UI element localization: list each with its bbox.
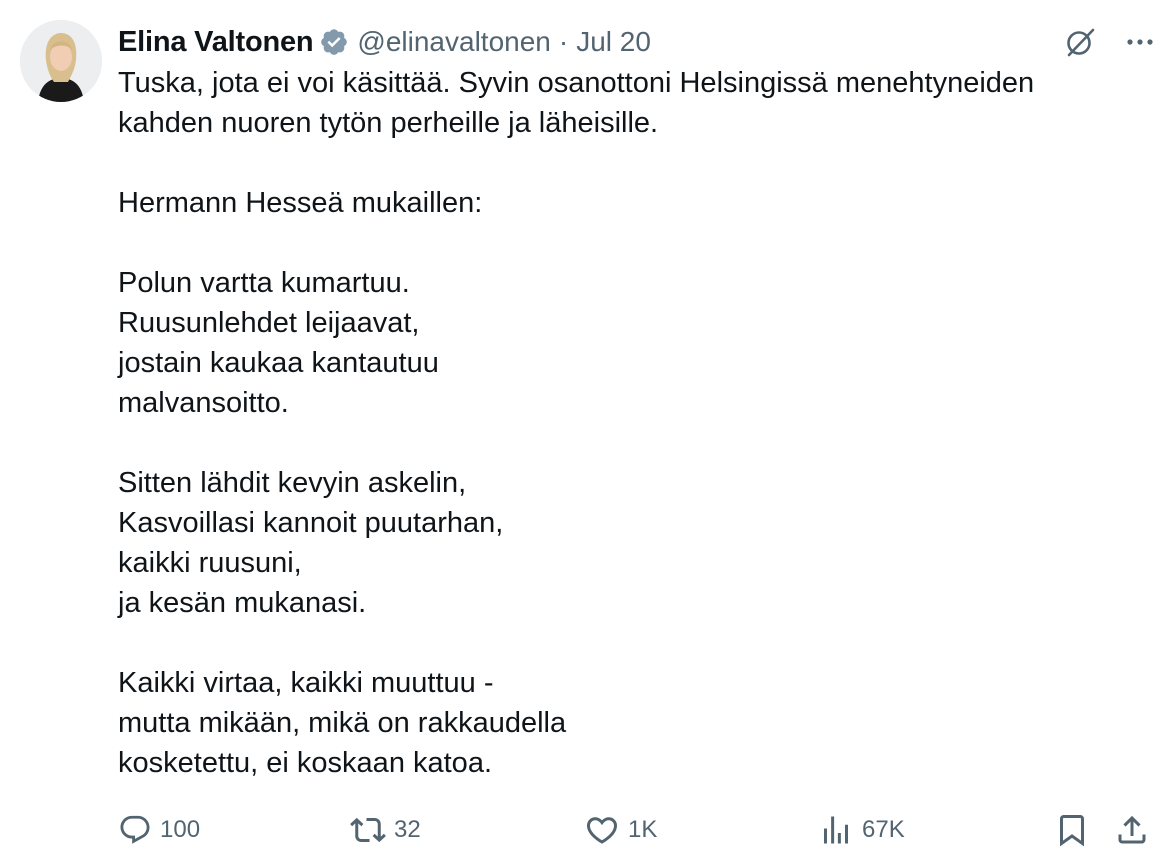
tweet-card: Elina Valtonen @elinavaltonen · Jul 20 T… <box>0 0 1176 866</box>
tweet-paragraph: Hermann Hesseä mukaillen: <box>118 183 1138 223</box>
share-icon <box>1118 815 1146 844</box>
tweet-line: mutta mikään, mikä on rakkaudella <box>118 707 567 739</box>
avatar[interactable] <box>20 20 102 102</box>
avatar-photo-icon <box>20 20 102 102</box>
grok-icon[interactable] <box>1062 24 1098 60</box>
tweet-date[interactable]: Jul 20 <box>576 26 651 58</box>
tweet-line: kahden nuoren tytön perheille ja läheisi… <box>118 107 659 139</box>
verified-badge-icon[interactable] <box>319 27 349 57</box>
tweet-paragraph: Kaikki virtaa, kaikki muuttuu - mutta mi… <box>118 663 1138 783</box>
bookmark-button[interactable] <box>1054 808 1090 852</box>
tweet-line: kaikki ruusuni, <box>118 547 302 579</box>
tweet-line: Ruusunlehdet leijaavat, <box>118 307 420 339</box>
like-count: 1K <box>628 816 658 843</box>
views-chart-icon <box>824 816 848 844</box>
tweet-paragraph: Tuska, jota ei voi käsittää. Syvin osano… <box>118 63 1138 143</box>
display-name[interactable]: Elina Valtonen <box>118 26 314 59</box>
separator-dot: · <box>558 26 569 57</box>
heart-icon <box>586 817 618 844</box>
tweet-line: Sitten lähdit kevyin askelin, <box>118 467 467 499</box>
like-button[interactable]: 1K <box>584 808 657 852</box>
tweet-line: ja kesän mukanasi. <box>118 587 367 619</box>
more-options-icon[interactable] <box>1122 24 1158 60</box>
share-button[interactable] <box>1114 808 1150 852</box>
tweet-line: Hermann Hesseä mukaillen: <box>118 187 483 219</box>
tweet-line: Kasvoillasi kannoit puutarhan, <box>118 507 504 539</box>
tweet-line: jostain kaukaa kantautuu <box>118 347 439 379</box>
views-button[interactable]: 67K <box>818 808 905 852</box>
reply-icon <box>120 815 150 844</box>
views-count: 67K <box>862 816 905 843</box>
tweet-line: Tuska, jota ei voi käsittää. Syvin osano… <box>118 67 1035 99</box>
tweet-line: kosketettu, ei koskaan katoa. <box>118 747 492 779</box>
tweet-line: Polun vartta kumartuu. <box>118 267 410 299</box>
tweet-actions-bar: 100 32 1K 67K <box>0 808 1176 852</box>
reply-button[interactable]: 100 <box>118 808 200 852</box>
tweet-text: Tuska, jota ei voi käsittää. Syvin osano… <box>118 63 1138 783</box>
repost-icon <box>350 817 386 843</box>
author-handle[interactable]: @elinavaltonen <box>357 26 550 58</box>
tweet-line: malvansoitto. <box>118 387 289 419</box>
tweet-line: Kaikki virtaa, kaikki muuttuu - <box>118 667 494 699</box>
repost-button[interactable]: 32 <box>350 808 421 852</box>
tweet-paragraph: Polun vartta kumartuu. Ruusunlehdet leij… <box>118 263 1138 423</box>
top-actions <box>1062 22 1158 62</box>
tweet-paragraph: Sitten lähdit kevyin askelin, Kasvoillas… <box>118 463 1138 623</box>
reply-count: 100 <box>160 816 201 843</box>
repost-count: 32 <box>394 816 421 843</box>
bookmark-icon <box>1060 815 1084 847</box>
tweet-header: Elina Valtonen @elinavaltonen · Jul 20 <box>118 22 651 62</box>
